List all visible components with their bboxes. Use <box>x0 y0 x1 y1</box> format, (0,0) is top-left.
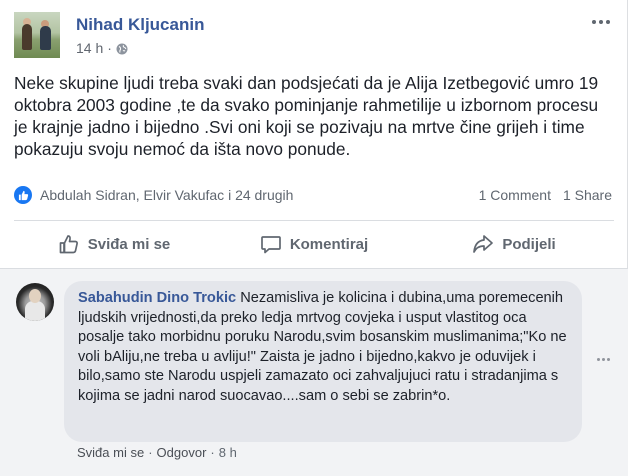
divider <box>14 220 614 221</box>
reactors-list[interactable]: Abdulah Sidran, Elvir Vakufac i 24 drugi… <box>40 187 293 203</box>
like-thumb-icon[interactable] <box>14 186 32 204</box>
footer-separator: · <box>148 445 153 460</box>
comments-section: Sabahudin Dino Trokic Nezamisliva je kol… <box>0 269 628 476</box>
commenter-avatar[interactable] <box>16 283 54 321</box>
share-icon <box>473 235 494 253</box>
like-label: Sviđa mi se <box>87 235 171 253</box>
post-card: Nihad Kljucanin 14 h · Neke skupine ljud… <box>0 0 628 476</box>
author-avatar[interactable] <box>14 12 60 58</box>
comment-button[interactable]: Komentiraj <box>214 222 414 266</box>
comment-bubble: Sabahudin Dino Trokic Nezamisliva je kol… <box>64 281 582 442</box>
comment-more-icon[interactable] <box>597 358 611 362</box>
more-dots-icon[interactable] <box>592 16 614 28</box>
globe-icon[interactable] <box>116 42 128 55</box>
comment-icon <box>260 236 281 254</box>
like-icon <box>59 235 78 254</box>
reactions-bar: Abdulah Sidran, Elvir Vakufac i 24 drugi… <box>14 185 612 207</box>
comments-count[interactable]: 1 Comment <box>479 187 551 203</box>
post-actions: Sviđa mi se Komentiraj Podijeli <box>14 222 614 266</box>
shares-count[interactable]: 1 Share <box>563 187 612 203</box>
meta-separator: · <box>107 40 112 56</box>
footer-separator: · <box>210 445 215 460</box>
post-meta: 14 h · <box>76 40 128 56</box>
comment-reply-link[interactable]: Odgovor <box>157 445 207 460</box>
share-button[interactable]: Podijeli <box>414 222 614 266</box>
post-header: Nihad Kljucanin 14 h · <box>14 12 614 58</box>
comment-label: Komentiraj <box>289 235 369 253</box>
comment-text: Nezamisliva je kolicina i dubina,uma por… <box>78 290 567 404</box>
comment-time[interactable]: 8 h <box>219 445 237 460</box>
post-text: Neke skupine ljudi treba svaki dan podsj… <box>14 73 599 159</box>
comment-author-name[interactable]: Sabahudin Dino Trokic <box>78 290 236 306</box>
comment-footer: Sviđa mi se · Odgovor · 8 h <box>77 445 237 460</box>
post-author-name[interactable]: Nihad Kljucanin <box>76 15 204 35</box>
post-time[interactable]: 14 h <box>76 40 103 56</box>
like-button[interactable]: Sviđa mi se <box>14 222 214 266</box>
comment-like-link[interactable]: Sviđa mi se <box>77 445 144 460</box>
share-label: Podijeli <box>502 235 556 253</box>
